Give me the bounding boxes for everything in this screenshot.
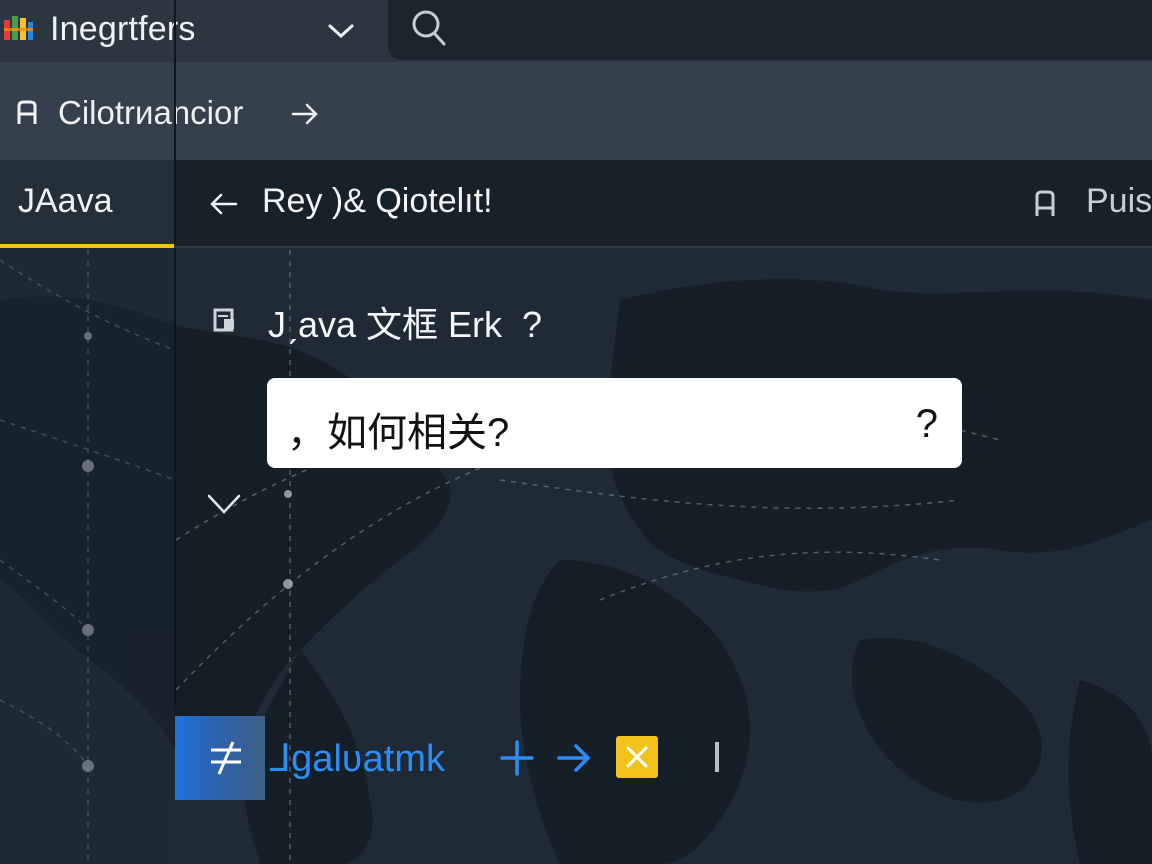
document-icon: [213, 308, 234, 332]
breadcrumb-label[interactable]: Cilotrиancior: [58, 94, 243, 132]
tab-right-label[interactable]: Puis: [1086, 182, 1152, 221]
text-cursor: [715, 742, 719, 772]
app-logo-icon[interactable]: [2, 14, 34, 44]
arrow-left-icon[interactable]: [208, 188, 240, 220]
sidebar-divider: [174, 0, 176, 704]
bookmark-icon: [17, 100, 37, 124]
conversation-title: Rey )& Qiotelıt!: [262, 182, 493, 220]
tab-bar: JAava Rey )& Qiotelıt! Puis: [0, 160, 1152, 248]
header-divider: [174, 246, 1152, 248]
arrow-right-icon[interactable]: [290, 100, 320, 128]
action-label[interactable]: ⅃galʋatmk: [270, 736, 445, 781]
close-button[interactable]: [616, 736, 658, 778]
tab-java-label: JAava: [18, 182, 113, 220]
answer-text: ，如何相关?: [287, 411, 510, 455]
answer-input[interactable]: ，如何相关? ?: [267, 378, 962, 468]
action-button[interactable]: [175, 716, 265, 800]
bookmark-icon[interactable]: [1034, 190, 1056, 218]
breadcrumb: Cilotrиancior: [0, 62, 1152, 160]
chevron-down-icon[interactable]: [206, 490, 242, 518]
tab-java[interactable]: JAava: [0, 160, 174, 248]
close-icon: [626, 746, 648, 768]
chevron-down-icon[interactable]: [326, 16, 356, 46]
help-button[interactable]: ?: [916, 402, 938, 447]
arrow-right-icon[interactable]: [556, 740, 592, 776]
search-icon[interactable]: [410, 8, 448, 48]
sidebar: [0, 248, 174, 864]
not-equal-icon: [211, 741, 241, 775]
top-bar: Inegrtfers: [0, 0, 1152, 62]
plus-icon[interactable]: [500, 738, 534, 778]
search-input[interactable]: [388, 0, 1152, 60]
question-text: Jˏava 文框 Erk ?: [268, 304, 543, 345]
